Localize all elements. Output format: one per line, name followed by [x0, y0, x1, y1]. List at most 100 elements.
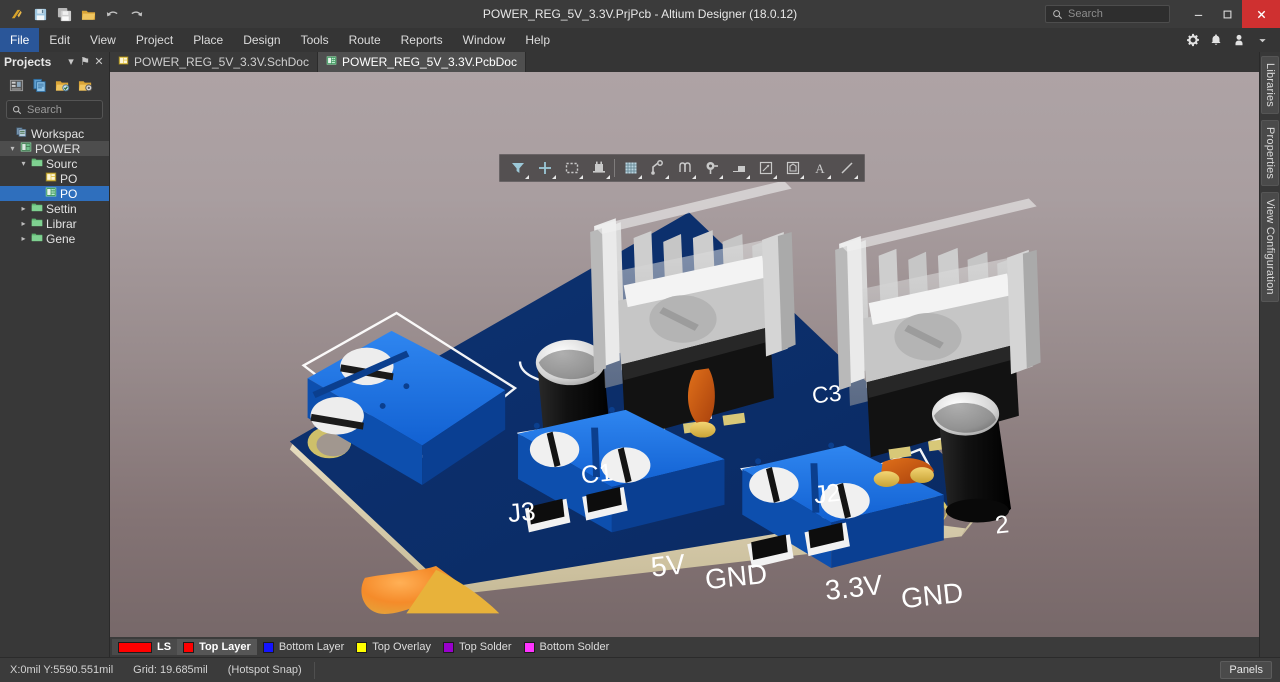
project-copy-icon[interactable]	[31, 77, 48, 94]
panels-button[interactable]: Panels	[1220, 661, 1272, 679]
menu-reports[interactable]: Reports	[391, 28, 453, 52]
altium-designer-window: POWER_REG_5V_3.3V.PrjPcb - Altium Design…	[0, 0, 1280, 682]
minimize-button[interactable]	[1184, 0, 1213, 28]
interactive-route-icon[interactable]	[644, 156, 671, 180]
right-panel-rail: Libraries Properties View Configuration	[1259, 52, 1280, 657]
panel-pin-button[interactable]: ⚑	[79, 56, 91, 68]
rail-tab-properties[interactable]: Properties	[1261, 120, 1279, 187]
rail-tab-view-configuration[interactable]: View Configuration	[1261, 192, 1279, 302]
save-icon[interactable]	[29, 3, 51, 25]
chevron-down-icon[interactable]	[606, 175, 610, 179]
chevron-down-icon[interactable]	[579, 175, 583, 179]
differential-pair-route-icon[interactable]	[671, 156, 698, 180]
panel-close-button[interactable]: ✕	[93, 56, 105, 68]
chevron-down-icon[interactable]	[827, 175, 831, 179]
selection-marquee-icon[interactable]	[558, 156, 585, 180]
layer-tab-bottom-solder[interactable]: Bottom Solder	[518, 639, 616, 655]
projects-search-input[interactable]: Search	[6, 100, 103, 119]
component-c4-ceramic-cap[interactable]	[873, 457, 934, 487]
place-via-icon[interactable]	[698, 156, 725, 180]
chevron-down-icon[interactable]	[692, 175, 696, 179]
close-button[interactable]	[1242, 0, 1280, 28]
chevron-down-icon[interactable]	[719, 175, 723, 179]
place-dimension-icon[interactable]	[752, 156, 779, 180]
place-room-icon[interactable]	[779, 156, 806, 180]
menu-bar-right	[1183, 30, 1280, 50]
menu-tools[interactable]: Tools	[291, 28, 339, 52]
chevron-down-icon[interactable]	[638, 175, 642, 179]
place-component-icon[interactable]	[585, 156, 612, 180]
redo-icon[interactable]	[125, 3, 147, 25]
chevron-down-icon[interactable]	[665, 175, 669, 179]
layer-color-swatch	[523, 641, 535, 653]
layer-set-selector[interactable]: LS	[112, 639, 178, 655]
layer-tab-bar: LS Top Layer Bottom Layer Top Overlay To…	[110, 637, 1259, 657]
maximize-button[interactable]	[1213, 0, 1242, 28]
tree-item-settings[interactable]: ▸ Settin	[0, 201, 109, 216]
undo-icon[interactable]	[101, 3, 123, 25]
chevron-down-icon[interactable]	[746, 175, 750, 179]
menu-project[interactable]: Project	[126, 28, 183, 52]
tree-twisty[interactable]: ▸	[19, 204, 28, 213]
status-divider	[313, 661, 315, 679]
folder-icon	[31, 156, 43, 171]
open-folder-icon[interactable]	[77, 3, 99, 25]
layer-tab-top-layer[interactable]: Top Layer	[177, 639, 257, 655]
user-account-icon[interactable]	[1229, 30, 1249, 50]
global-search-input[interactable]: Search	[1045, 5, 1170, 23]
place-fill-icon[interactable]	[725, 156, 752, 180]
menu-place[interactable]: Place	[183, 28, 233, 52]
place-line-icon[interactable]	[833, 156, 860, 180]
component-c3-ceramic-cap[interactable]	[687, 368, 716, 438]
save-all-icon[interactable]	[53, 3, 75, 25]
tree-item-schdoc[interactable]: PO	[0, 171, 109, 186]
menu-help[interactable]: Help	[515, 28, 560, 52]
layer-tab-label: Bottom Layer	[278, 641, 345, 653]
chevron-down-icon[interactable]	[773, 175, 777, 179]
menu-route[interactable]: Route	[339, 28, 391, 52]
open-project-icon[interactable]	[54, 77, 71, 94]
menu-window[interactable]: Window	[453, 28, 516, 52]
tree-item-libraries[interactable]: ▸ Librar	[0, 216, 109, 231]
panel-dropdown-button[interactable]: ▾	[65, 56, 77, 68]
chevron-down-icon[interactable]	[854, 175, 858, 179]
pcb-floating-toolbar: A	[499, 154, 865, 182]
tree-twisty[interactable]: ▸	[19, 219, 28, 228]
status-bar: X:0mil Y:5590.551mil Grid: 19.685mil (Ho…	[0, 657, 1280, 682]
place-polygon-icon[interactable]	[617, 156, 644, 180]
tab-schdoc[interactable]: POWER_REG_5V_3.3V.SchDoc	[110, 52, 318, 72]
tree-twisty[interactable]: ▾	[19, 159, 28, 168]
bell-icon[interactable]	[1206, 30, 1226, 50]
layer-tab-top-overlay[interactable]: Top Overlay	[350, 639, 437, 655]
chevron-down-icon[interactable]	[525, 175, 529, 179]
tree-item-source-documents[interactable]: ▾ Sourc	[0, 156, 109, 171]
layer-tab-bottom-layer[interactable]: Bottom Layer	[257, 639, 350, 655]
project-options-icon[interactable]	[77, 77, 94, 94]
tree-item-generated[interactable]: ▸ Gene	[0, 231, 109, 246]
project-compile-icon[interactable]	[8, 77, 25, 94]
menu-file[interactable]: File	[0, 28, 40, 52]
chevron-down-icon[interactable]	[1252, 30, 1272, 50]
tree-item-project[interactable]: ▾ POWER	[0, 141, 109, 156]
layer-tab-top-solder[interactable]: Top Solder	[437, 639, 518, 655]
place-string-icon[interactable]: A	[806, 156, 833, 180]
crosshair-place-icon[interactable]	[531, 156, 558, 180]
filter-icon[interactable]	[504, 156, 531, 180]
rail-tab-libraries[interactable]: Libraries	[1261, 56, 1279, 114]
projects-search-wrap: Search	[0, 98, 109, 123]
menu-view[interactable]: View	[80, 28, 126, 52]
tab-pcbdoc[interactable]: POWER_REG_5V_3.3V.PcbDoc	[317, 52, 526, 72]
tree-item-pcbdoc[interactable]: PO	[0, 186, 109, 201]
menu-edit[interactable]: Edit	[39, 28, 80, 52]
gear-icon[interactable]	[1183, 30, 1203, 50]
pcb-3d-viewport[interactable]: J3 C1 C3 J2 2 5V GND 3.3V GND A	[110, 72, 1259, 637]
editor-area: POWER_REG_5V_3.3V.SchDoc POWER_REG_5V_3.…	[110, 52, 1259, 657]
tree-item-workspace[interactable]: Workspac	[0, 126, 109, 141]
chevron-down-icon[interactable]	[552, 175, 556, 179]
tree-item-label: PO	[60, 186, 78, 201]
altium-logo-icon[interactable]	[5, 3, 27, 25]
tree-twisty[interactable]: ▸	[19, 234, 28, 243]
chevron-down-icon[interactable]	[800, 175, 804, 179]
tree-twisty[interactable]: ▾	[8, 144, 17, 153]
menu-design[interactable]: Design	[233, 28, 290, 52]
